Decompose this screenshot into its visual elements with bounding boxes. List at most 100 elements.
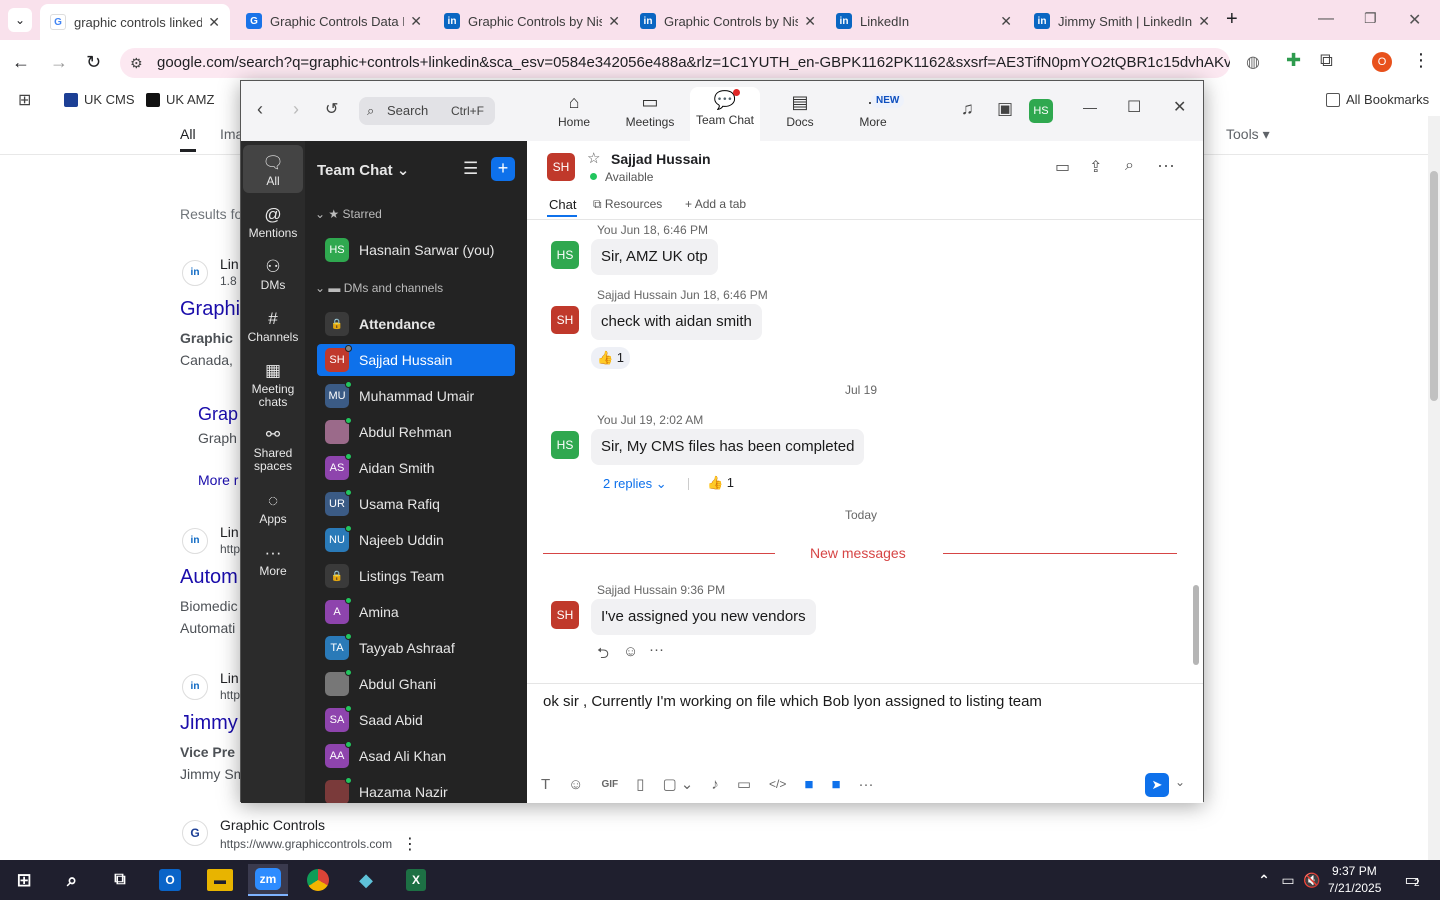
close-icon[interactable]: ✕	[1198, 13, 1210, 30]
forward-arrow-icon[interactable]: ›	[293, 99, 299, 120]
extension-plus-icon[interactable]: ✚	[1286, 50, 1301, 71]
rail-all[interactable]: 🗨 All	[243, 145, 303, 193]
close-icon[interactable]: ✕	[1000, 13, 1012, 30]
dm-item[interactable]: A Amina	[317, 596, 515, 628]
nav-docs[interactable]: ▤ Docs	[765, 89, 835, 137]
replies-link[interactable]: 2 replies ⌄	[603, 476, 667, 492]
contact-avatar[interactable]: SH	[547, 153, 575, 181]
file-explorer-icon[interactable]: ▬	[200, 864, 240, 896]
emoji-react-icon[interactable]: ☺	[623, 643, 638, 660]
browser-tab-4[interactable]: in Graphic Controls by Nis ✕	[630, 6, 826, 36]
extension-globe-icon[interactable]: ◍	[1246, 52, 1260, 72]
browser-tab-6[interactable]: in Jimmy Smith | LinkedIn ✕	[1024, 6, 1220, 36]
volume-muted-icon[interactable]: 🔇	[1292, 864, 1332, 896]
message-avatar[interactable]: HS	[551, 431, 579, 459]
rail-meeting-chats[interactable]: ▦ Meeting chats	[243, 359, 303, 409]
code-snippet-icon[interactable]: </>	[769, 777, 786, 791]
share-screen-icon[interactable]: ⇪	[1089, 157, 1102, 177]
dm-item[interactable]: Abdul Ghani	[317, 668, 515, 700]
browser-tab-2[interactable]: G Graphic Controls Data F ✕	[236, 6, 432, 36]
dm-item[interactable]: UR Usama Rafiq	[317, 488, 515, 520]
nav-team-chat[interactable]: 💬 Team Chat	[690, 87, 760, 141]
message-bubble[interactable]: Sir, AMZ UK otp	[591, 239, 718, 275]
nav-meetings[interactable]: ▭ Meetings	[615, 89, 685, 137]
dm-item[interactable]: AS Aidan Smith	[317, 452, 515, 484]
clock-date[interactable]: 7/21/2025	[1328, 881, 1381, 895]
text-format-icon[interactable]: T	[541, 776, 550, 793]
result-menu-icon[interactable]: ⋮	[402, 834, 418, 854]
message-avatar[interactable]: SH	[551, 601, 579, 629]
dm-item[interactable]: NU Najeeb Uddin	[317, 524, 515, 556]
history-icon[interactable]: ↺	[325, 99, 338, 119]
message-bubble[interactable]: Sir, My CMS files has been completed	[591, 429, 865, 465]
more-results-link[interactable]: More r	[198, 472, 238, 488]
dm-item[interactable]: Hazama Nazir	[317, 776, 515, 803]
reload-icon[interactable]: ↻	[86, 52, 101, 73]
filter-icon[interactable]: ☰	[463, 159, 478, 179]
rail-channels[interactable]: # Channels	[243, 307, 303, 344]
address-bar[interactable]: ⚙ google.com/search?q=graphic+controls+l…	[120, 48, 1230, 78]
rail-mentions[interactable]: @ Mentions	[243, 203, 303, 240]
section-dms-channels[interactable]: ⌄ ▬ DMs and channels	[315, 281, 443, 295]
rail-dms[interactable]: ⚇ DMs	[243, 255, 303, 292]
all-bookmarks[interactable]: All Bookmarks	[1326, 92, 1429, 107]
file-icon[interactable]: ▯	[636, 775, 644, 793]
tab-search-button[interactable]: ⌄	[8, 8, 32, 32]
outlook-icon[interactable]: O	[150, 864, 190, 896]
google-tools[interactable]: Tools ▾	[1226, 126, 1270, 143]
new-tab-button[interactable]: +	[1226, 8, 1238, 31]
dm-item[interactable]: SH Sajjad Hussain	[317, 344, 515, 376]
star-icon[interactable]: ☆	[587, 149, 600, 167]
nav-home[interactable]: ⌂ Home	[539, 89, 609, 137]
task-view-icon[interactable]: ⧉	[100, 864, 140, 896]
message-avatar[interactable]: HS	[551, 241, 579, 269]
close-window-icon[interactable]: ✕	[1173, 97, 1186, 117]
forward-arrow-icon[interactable]: →	[50, 52, 68, 73]
bookmark-uk-cms[interactable]: UK CMS	[64, 92, 135, 107]
notification-bell-icon[interactable]: ♫	[961, 99, 974, 119]
start-icon[interactable]: ⊞	[4, 864, 44, 896]
video-message-icon[interactable]: ▭	[737, 775, 751, 793]
tab-chat[interactable]: Chat	[549, 197, 576, 212]
chrome-icon[interactable]	[298, 864, 338, 896]
whiteboard-icon[interactable]: ▣	[997, 99, 1013, 119]
result-title[interactable]: Jimmy	[180, 712, 238, 735]
user-avatar[interactable]: HS	[1029, 99, 1053, 123]
tab-resources[interactable]: ⧉ Resources	[593, 197, 662, 212]
result-title[interactable]: Autom	[180, 566, 238, 589]
back-arrow-icon[interactable]: ←	[12, 52, 30, 73]
app-icon[interactable]: ■	[831, 776, 840, 793]
extensions-puzzle-icon[interactable]: ⧉	[1320, 50, 1333, 71]
section-starred[interactable]: ⌄ ★ Starred	[315, 207, 382, 221]
search-icon[interactable]: ⌕	[1125, 157, 1134, 175]
search-input[interactable]: ⌕ Search Ctrl+F	[359, 97, 495, 125]
minimize-icon[interactable]: —	[1083, 99, 1097, 115]
back-arrow-icon[interactable]: ‹	[257, 99, 263, 120]
browser-tab-1[interactable]: G graphic controls linkedi ✕	[40, 4, 230, 40]
restore-icon[interactable]: ❐	[1364, 10, 1377, 27]
reaction-badge[interactable]: 👍 1	[591, 347, 631, 369]
google-tab-all[interactable]: All	[180, 126, 196, 142]
bookmark-uk-amz[interactable]: UK AMZ	[146, 92, 214, 107]
excel-icon[interactable]: X	[396, 864, 436, 896]
dm-item[interactable]: TA Tayyab Ashraaf	[317, 632, 515, 664]
video-call-icon[interactable]: ▭	[1055, 157, 1070, 177]
dm-item[interactable]: SA Saad Abid	[317, 704, 515, 736]
search-icon[interactable]: ⌕	[52, 864, 92, 896]
app-taskbar-icon[interactable]: ◆	[346, 864, 386, 896]
more-options-icon[interactable]: ···	[859, 776, 874, 793]
browser-tab-3[interactable]: in Graphic Controls by Nis ✕	[434, 6, 630, 36]
clock-time[interactable]: 9:37 PM	[1332, 864, 1377, 878]
apps-grid-icon[interactable]: ⊞	[18, 90, 31, 110]
gif-icon[interactable]: GIF	[602, 779, 619, 790]
close-icon[interactable]: ✕	[208, 14, 220, 31]
browser-tab-5[interactable]: in LinkedIn ✕	[826, 6, 1022, 36]
chat-item[interactable]: HS Hasnain Sarwar (you)	[317, 234, 515, 266]
screenshot-icon[interactable]: ▢ ⌄	[662, 775, 693, 793]
team-chat-title[interactable]: Team Chat ⌄	[317, 161, 409, 179]
contact-name[interactable]: Sajjad Hussain	[611, 151, 711, 167]
channel-item[interactable]: 🔒 Listings Team	[317, 560, 515, 592]
reply-icon[interactable]: ⮌	[597, 643, 609, 668]
rail-more[interactable]: ··· More	[243, 541, 303, 578]
page-scrollbar[interactable]	[1428, 116, 1440, 860]
